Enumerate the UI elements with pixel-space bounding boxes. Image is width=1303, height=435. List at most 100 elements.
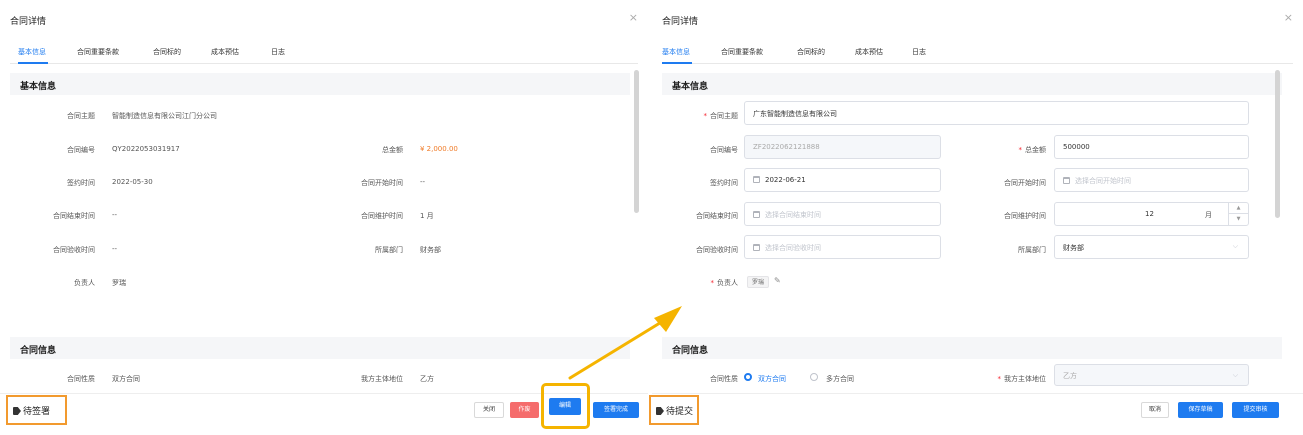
tab-contract-subject[interactable]: 合同标的	[153, 47, 181, 57]
maintenance-unit: 月	[1205, 211, 1212, 219]
dialog-title: 合同详情	[10, 17, 47, 27]
acceptance-date-label: 合同验收时间	[696, 246, 738, 254]
contract-nature-value: 双方合同	[112, 375, 140, 383]
start-date-picker[interactable]: 选择合同开始时间	[1054, 168, 1249, 192]
tab-basic-info[interactable]: 基本信息	[662, 47, 690, 57]
end-date-value: --	[112, 211, 118, 219]
status-badge: 待提交	[649, 395, 699, 425]
submit-review-button[interactable]: 提交审核	[1232, 402, 1279, 418]
party-status-select: 乙方 ⌵	[1054, 364, 1249, 386]
owner-value: 罗瑞	[112, 279, 126, 287]
edit-button-highlight	[541, 383, 590, 429]
active-tab-indicator	[18, 62, 48, 64]
total-amount-label: 总金额	[382, 146, 403, 154]
tab-bar: 基本信息 合同重要条款 合同标的 成本预估 日志	[662, 42, 1293, 64]
maintenance-label: 合同维护时间	[361, 212, 403, 220]
status-text: 待签署	[23, 407, 51, 417]
sign-complete-button[interactable]: 签署完成	[593, 402, 639, 418]
acceptance-date-picker[interactable]: 选择合同验收时间	[744, 235, 941, 259]
step-up-icon[interactable]: ▲	[1229, 203, 1248, 214]
radio-multilateral-label[interactable]: 多方合同	[826, 374, 854, 384]
department-label: 所属部门	[375, 246, 403, 254]
chevron-down-icon: ⌵	[1232, 242, 1238, 250]
contract-nature-label: 合同性质	[67, 375, 95, 383]
subject-label: 合同主题	[67, 112, 95, 120]
start-date-value: --	[420, 178, 426, 186]
contract-number-label: 合同编号	[67, 146, 95, 154]
section-contract-info: 合同信息	[10, 337, 630, 359]
close-button[interactable]: 关闭	[474, 402, 504, 418]
end-date-picker[interactable]: 选择合同结束时间	[744, 202, 941, 226]
calendar-icon	[1063, 177, 1070, 184]
tab-contract-subject[interactable]: 合同标的	[797, 47, 825, 57]
sign-date-picker[interactable]: 2022-06-21	[744, 168, 941, 192]
owner-label: 负责人	[74, 279, 95, 287]
calendar-icon	[753, 244, 760, 251]
tab-cost-estimate[interactable]: 成本预估	[211, 47, 239, 57]
tab-log[interactable]: 日志	[912, 47, 926, 57]
section-basic-info: 基本信息	[10, 73, 630, 95]
chevron-down-icon: ⌵	[1232, 371, 1238, 379]
tab-basic-info[interactable]: 基本信息	[18, 47, 46, 57]
department-label: 所属部门	[1018, 246, 1046, 254]
calendar-icon	[753, 211, 760, 218]
tab-log[interactable]: 日志	[271, 47, 285, 57]
save-draft-button[interactable]: 保存草稿	[1178, 402, 1223, 418]
party-status-label: 我方主体地位	[361, 375, 403, 383]
tab-bar: 基本信息 合同重要条款 合同标的 成本预估 日志	[10, 42, 638, 64]
tag-icon	[13, 407, 21, 415]
tab-important-terms[interactable]: 合同重要条款	[721, 47, 763, 57]
party-status-label: * 我方主体地位	[997, 375, 1047, 383]
scrollbar-thumb[interactable]	[634, 70, 639, 213]
department-select[interactable]: 财务部 ⌵	[1054, 235, 1249, 259]
dialog-title: 合同详情	[662, 17, 699, 27]
void-button[interactable]: 作废	[510, 402, 539, 418]
edit-icon[interactable]: ✎	[774, 276, 781, 285]
sign-date-value: 2022-05-30	[112, 178, 153, 186]
section-basic-info: 基本信息	[662, 73, 1282, 95]
sign-date-label: 签约时间	[710, 179, 738, 187]
tag-icon	[656, 407, 664, 415]
subject-label: * 合同主题	[703, 112, 739, 120]
contract-number-input: ZF2022062121888	[744, 135, 941, 159]
footer-divider	[652, 393, 1303, 394]
radio-multilateral[interactable]	[810, 373, 818, 381]
subject-value: 智能制造信息有限公司江门分公司	[112, 112, 217, 120]
end-date-label: 合同结束时间	[696, 212, 738, 220]
radio-bilateral-label[interactable]: 双方合同	[758, 374, 786, 384]
maintenance-stepper[interactable]: 12 月 ▲ ▼	[1054, 202, 1249, 226]
stepper-control: ▲ ▼	[1228, 203, 1248, 225]
close-icon[interactable]: ×	[1284, 11, 1293, 24]
start-date-label: 合同开始时间	[361, 179, 403, 187]
tab-cost-estimate[interactable]: 成本预估	[855, 47, 883, 57]
sign-date-label: 签约时间	[67, 179, 95, 187]
start-date-label: 合同开始时间	[1004, 179, 1046, 187]
contract-nature-label: 合同性质	[710, 375, 738, 383]
total-amount-label: * 总金额	[1018, 146, 1047, 154]
status-badge: 待签署	[6, 395, 67, 425]
maintenance-label: 合同维护时间	[1004, 212, 1046, 220]
owner-tag: 罗瑞	[747, 276, 770, 288]
tab-important-terms[interactable]: 合同重要条款	[77, 47, 119, 57]
total-amount-value: ¥ 2,000.00	[420, 145, 458, 153]
section-contract-info: 合同信息	[662, 337, 1282, 359]
party-status-value: 乙方	[420, 375, 434, 383]
status-text: 待提交	[666, 407, 694, 417]
radio-bilateral[interactable]	[744, 373, 752, 381]
step-down-icon[interactable]: ▼	[1229, 214, 1248, 225]
acceptance-date-value: --	[112, 245, 118, 253]
maintenance-value: 12	[1145, 210, 1154, 218]
contract-number-label: 合同编号	[710, 146, 738, 154]
contract-detail-view-panel: 合同详情 × 基本信息 合同重要条款 合同标的 成本预估 日志 基本信息 合同主…	[0, 0, 648, 435]
department-value: 财务部	[420, 246, 441, 254]
subject-input[interactable]: 广东智能制造信息有限公司	[744, 101, 1249, 125]
end-date-label: 合同结束时间	[53, 212, 95, 220]
contract-edit-view-panel: 合同详情 × 基本信息 合同重要条款 合同标的 成本预估 日志 基本信息 * 合同…	[649, 0, 1303, 435]
cancel-button[interactable]: 取消	[1141, 402, 1169, 418]
contract-number-value: QY2022053031917	[112, 145, 180, 153]
close-icon[interactable]: ×	[629, 11, 638, 24]
acceptance-date-label: 合同验收时间	[53, 246, 95, 254]
maintenance-value: 1 月	[420, 212, 434, 220]
total-amount-input[interactable]: 500000	[1054, 135, 1249, 159]
scrollbar-thumb[interactable]	[1275, 70, 1280, 218]
